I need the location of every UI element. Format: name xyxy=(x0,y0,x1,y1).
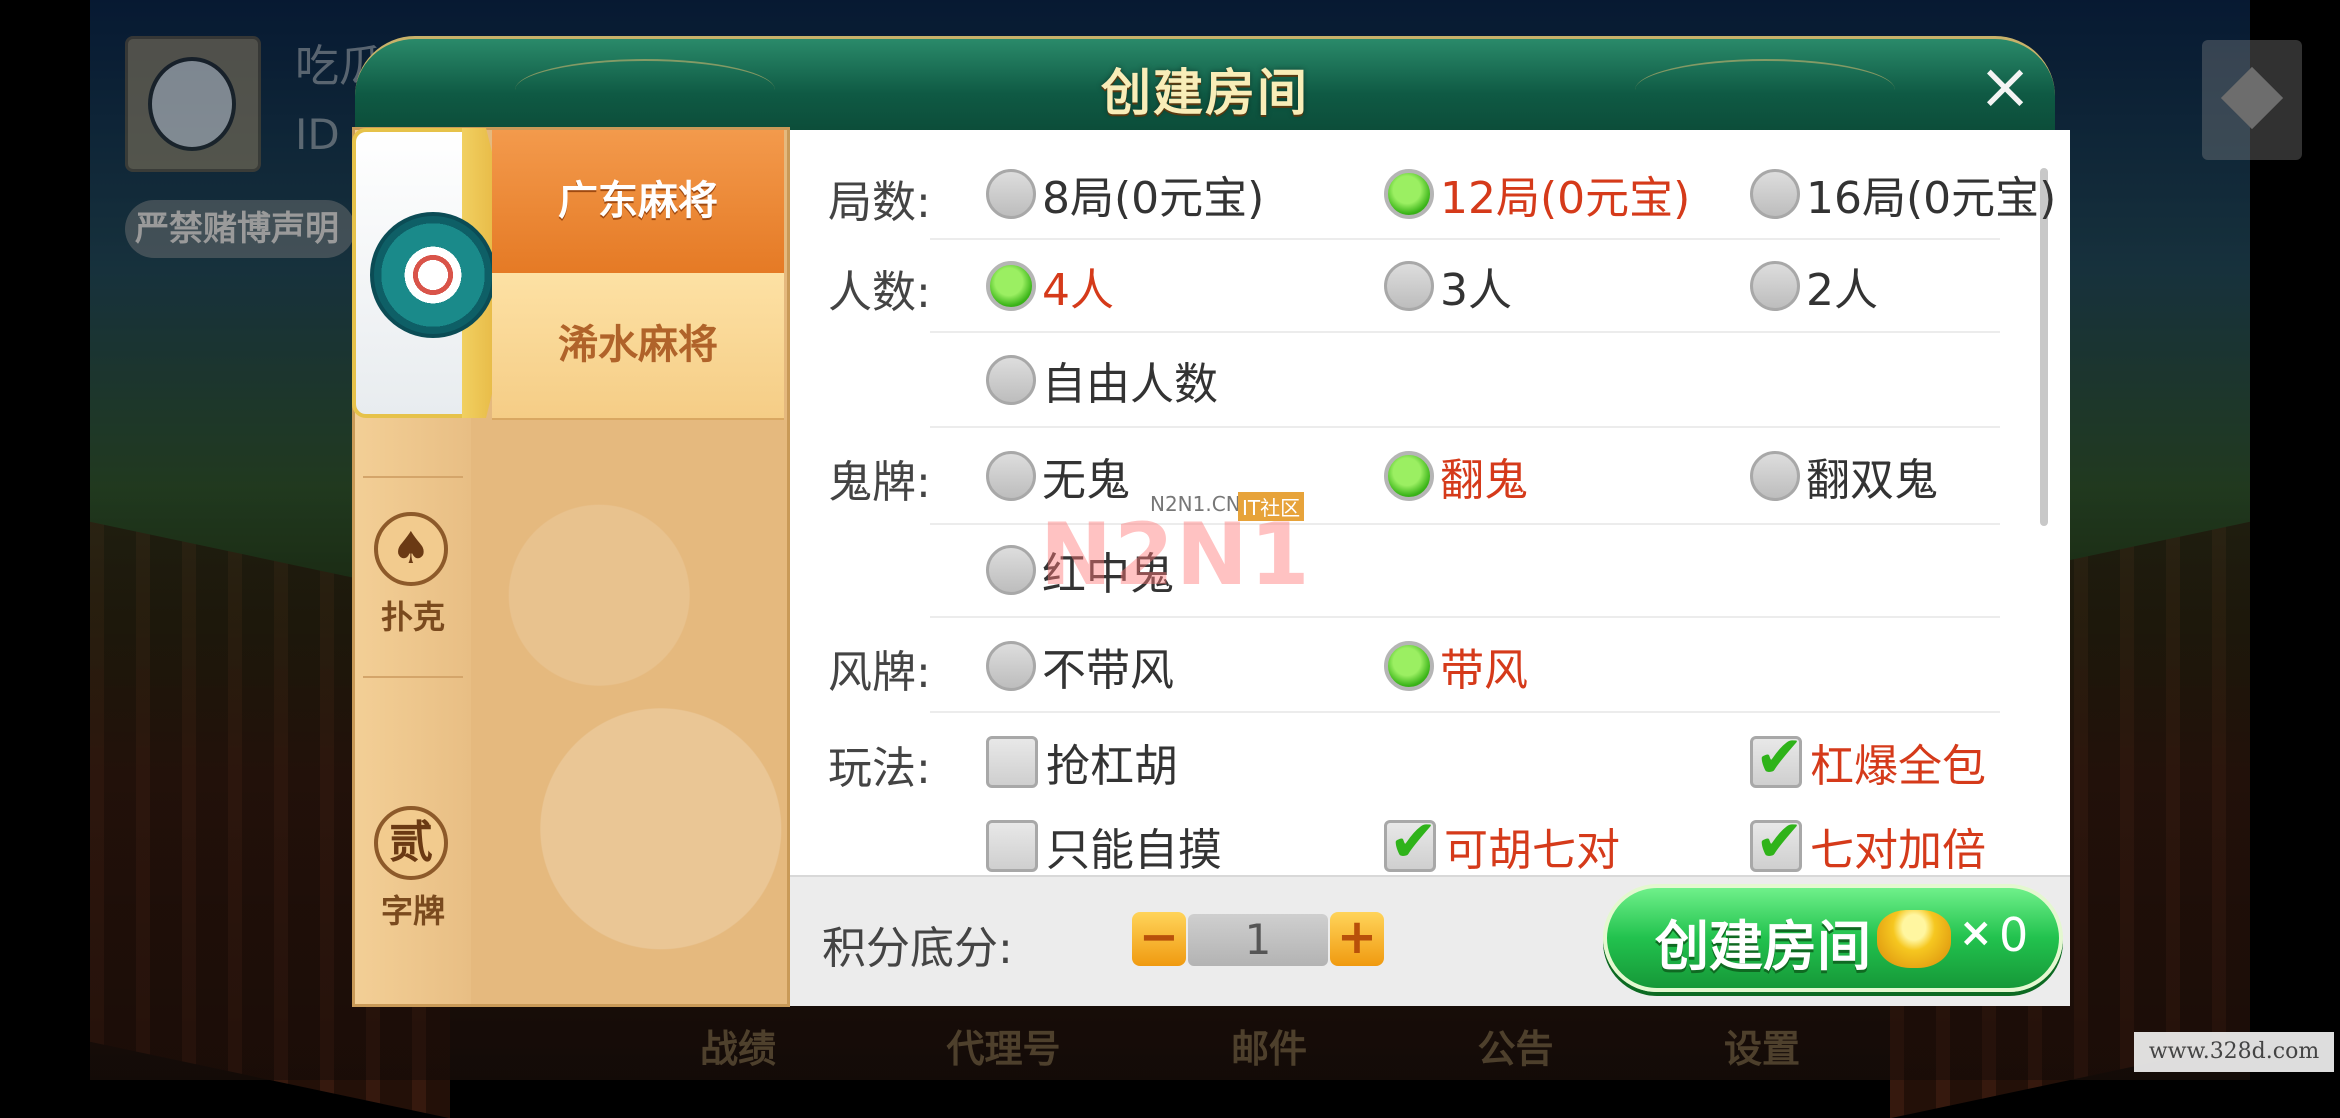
players-option-3[interactable]: 3人 xyxy=(1384,254,1512,318)
create-room-cost: 0 xyxy=(1999,908,2029,962)
radio-icon[interactable] xyxy=(986,545,1036,595)
option-text: 可胡七对 xyxy=(1444,825,1620,876)
peony-pattern xyxy=(476,420,784,1004)
mahjong-emblem-icon xyxy=(370,212,496,338)
rounds-label: 局数: xyxy=(828,177,931,228)
rounds-option-16[interactable]: 16局(0元宝) xyxy=(1750,162,2056,226)
category-poker-label[interactable]: 扑克 xyxy=(355,592,471,638)
nav-settings[interactable]: 设置 xyxy=(1724,1018,1800,1078)
option-text: 翻双鬼 xyxy=(1806,455,1938,506)
checkbox-checked-icon[interactable] xyxy=(1750,723,1804,791)
profile-id: ID xyxy=(295,110,340,159)
radio-selected-icon[interactable] xyxy=(1384,169,1434,219)
avatar xyxy=(125,36,261,172)
play-option-seven-pairs-double[interactable]: 七对加倍 xyxy=(1750,807,1986,878)
option-text: 无鬼 xyxy=(1042,455,1130,506)
players-option-4[interactable]: 4人 xyxy=(986,254,1114,318)
avatar-face-icon xyxy=(148,57,236,151)
play-option-seven-pairs[interactable]: 可胡七对 xyxy=(1384,807,1620,878)
option-text: 自由人数 xyxy=(1042,359,1218,410)
nav-mail[interactable]: 邮件 xyxy=(1231,1018,1307,1078)
option-text: 8局(0元宝) xyxy=(1042,173,1265,224)
tab-xishui-mahjong[interactable]: 浠水麻将 xyxy=(492,273,784,420)
row-divider xyxy=(930,238,2000,240)
checkbox-icon[interactable] xyxy=(986,820,1038,872)
decrease-button[interactable]: − xyxy=(1132,912,1186,966)
create-room-label: 创建房间 xyxy=(1655,915,1871,978)
tab-guangdong-mahjong[interactable]: 广东麻将 xyxy=(492,130,784,273)
rounds-option-8[interactable]: 8局(0元宝) xyxy=(986,162,1264,226)
radio-icon[interactable] xyxy=(1750,169,1800,219)
play-label: 玩法: xyxy=(828,743,931,794)
notice-button[interactable]: 严禁赌博声明 xyxy=(125,200,355,258)
option-text: 只能自摸 xyxy=(1046,825,1222,876)
play-option-rob-kong[interactable]: 抢杠胡 xyxy=(986,730,1178,794)
bottom-nav: 战绩 代理号 邮件 公告 设置 xyxy=(700,1018,1800,1078)
checkbox-icon[interactable] xyxy=(986,736,1038,788)
radio-icon[interactable] xyxy=(986,641,1036,691)
wind-label: 风牌: xyxy=(828,647,931,698)
radio-icon[interactable] xyxy=(986,355,1036,405)
row-divider xyxy=(930,616,2000,618)
option-text: 七对加倍 xyxy=(1810,825,1986,876)
row-divider xyxy=(930,426,2000,428)
radio-icon[interactable] xyxy=(1750,451,1800,501)
row-divider xyxy=(930,331,2000,333)
play-option-self-draw[interactable]: 只能自摸 xyxy=(986,814,1222,878)
ghost-label: 鬼牌: xyxy=(828,457,931,508)
base-score-value: 1 xyxy=(1188,914,1328,966)
radio-icon[interactable] xyxy=(986,169,1036,219)
option-text: 12局(0元宝) xyxy=(1440,173,1691,224)
radio-selected-icon[interactable] xyxy=(1384,641,1434,691)
ghost-option-none[interactable]: 无鬼 xyxy=(986,444,1130,508)
radio-icon[interactable] xyxy=(986,451,1036,501)
option-text: 杠爆全包 xyxy=(1810,741,1986,792)
create-room-button[interactable]: 创建房间 × 0 xyxy=(1603,884,2063,992)
close-icon[interactable]: × xyxy=(1970,52,2040,122)
option-text: 抢杠胡 xyxy=(1046,741,1178,792)
play-option-kong-burst[interactable]: 杠爆全包 xyxy=(1750,723,1986,794)
dialog-header: 创建房间 xyxy=(355,36,2055,139)
base-score-label: 积分底分: xyxy=(822,923,1013,974)
spade-icon[interactable]: ♠ xyxy=(374,512,448,586)
radio-selected-icon[interactable] xyxy=(986,261,1036,311)
multiply-sign: × xyxy=(1959,910,1993,956)
watermark-big: N2N1 xyxy=(1040,505,1312,605)
wind-option-with[interactable]: 带风 xyxy=(1384,634,1528,698)
nav-records[interactable]: 战绩 xyxy=(700,1018,776,1078)
er-icon[interactable]: 贰 xyxy=(374,806,448,880)
increase-button[interactable]: + xyxy=(1330,912,1384,966)
wind-option-none[interactable]: 不带风 xyxy=(986,634,1174,698)
option-text: 2人 xyxy=(1806,265,1878,316)
category-divider xyxy=(363,676,463,678)
nav-agent[interactable]: 代理号 xyxy=(946,1018,1060,1078)
gold-ingot-icon xyxy=(1877,910,1951,968)
category-zipai-label[interactable]: 字牌 xyxy=(355,886,471,932)
checkbox-checked-icon[interactable] xyxy=(1750,807,1804,875)
option-text: 翻鬼 xyxy=(1440,455,1528,506)
option-text: 不带风 xyxy=(1042,645,1174,696)
radio-selected-icon[interactable] xyxy=(1384,451,1434,501)
dialog-title: 创建房间 xyxy=(1101,64,1309,122)
rounds-option-12[interactable]: 12局(0元宝) xyxy=(1384,162,1690,226)
option-text: 16局(0元宝) xyxy=(1806,173,2057,224)
players-option-2[interactable]: 2人 xyxy=(1750,254,1878,318)
radio-icon[interactable] xyxy=(1750,261,1800,311)
option-text: 带风 xyxy=(1440,645,1528,696)
nav-notice[interactable]: 公告 xyxy=(1477,1018,1553,1078)
category-divider xyxy=(363,476,463,478)
site-watermark: www.328d.com xyxy=(2134,1032,2334,1072)
diamond-menu-icon[interactable] xyxy=(2202,40,2302,160)
option-text: 4人 xyxy=(1042,265,1114,316)
players-option-free[interactable]: 自由人数 xyxy=(986,348,1218,412)
ghost-option-double[interactable]: 翻双鬼 xyxy=(1750,444,1938,508)
radio-icon[interactable] xyxy=(1384,261,1434,311)
row-divider xyxy=(930,711,2000,713)
checkbox-checked-icon[interactable] xyxy=(1384,807,1438,875)
players-label: 人数: xyxy=(828,267,931,318)
ghost-option-flip[interactable]: 翻鬼 xyxy=(1384,444,1528,508)
option-text: 3人 xyxy=(1440,265,1512,316)
